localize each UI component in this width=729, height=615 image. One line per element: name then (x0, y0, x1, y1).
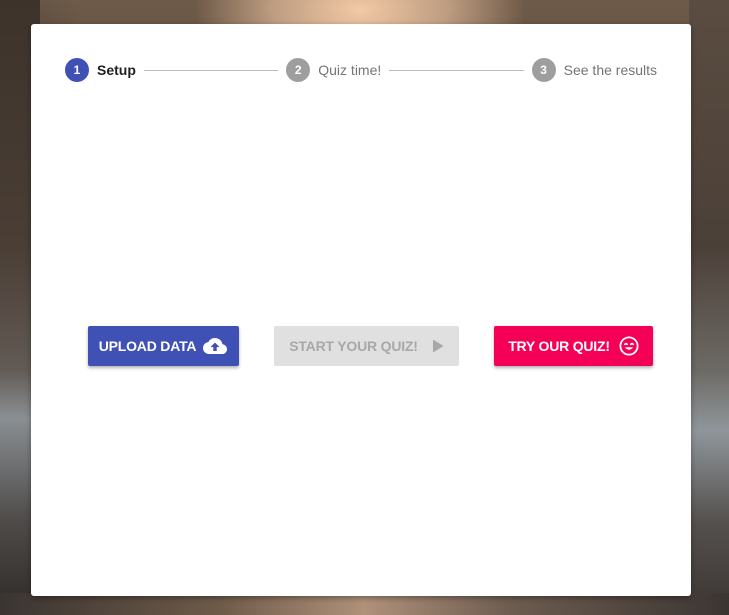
upload-data-label: UPLOAD DATA (98, 338, 197, 354)
step-number-3: 3 (531, 58, 556, 82)
smiley-face-icon (619, 336, 639, 356)
step-quiz-time: 2 Quiz time! (286, 58, 381, 82)
stepper: 1 Setup 2 Quiz time! 3 See the results (65, 58, 657, 82)
cloud-upload-icon (202, 337, 228, 355)
step-label-quiz-time: Quiz time! (318, 62, 382, 78)
background-rock-right (689, 0, 729, 615)
step-number-2: 2 (286, 58, 311, 82)
start-quiz-button[interactable]: START YOUR QUIZ! (274, 326, 459, 366)
background-bottom-strip (0, 593, 729, 615)
step-see-results: 3 See the results (531, 58, 658, 82)
step-number-1: 1 (65, 58, 89, 82)
step-label-setup: Setup (97, 62, 136, 78)
play-arrow-icon (432, 339, 444, 353)
try-our-quiz-label: TRY OUR QUIZ! (508, 338, 610, 354)
try-our-quiz-button[interactable]: TRY OUR QUIZ! (494, 326, 653, 366)
quiz-card: 1 Setup 2 Quiz time! 3 See the results U… (31, 24, 691, 596)
upload-data-button[interactable]: UPLOAD DATA (88, 326, 239, 366)
step-connector-2 (389, 69, 524, 71)
step-setup: 1 Setup (65, 58, 136, 82)
step-label-see-results: See the results (563, 62, 658, 78)
step-connector-1 (143, 69, 279, 71)
start-quiz-label: START YOUR QUIZ! (289, 338, 418, 354)
